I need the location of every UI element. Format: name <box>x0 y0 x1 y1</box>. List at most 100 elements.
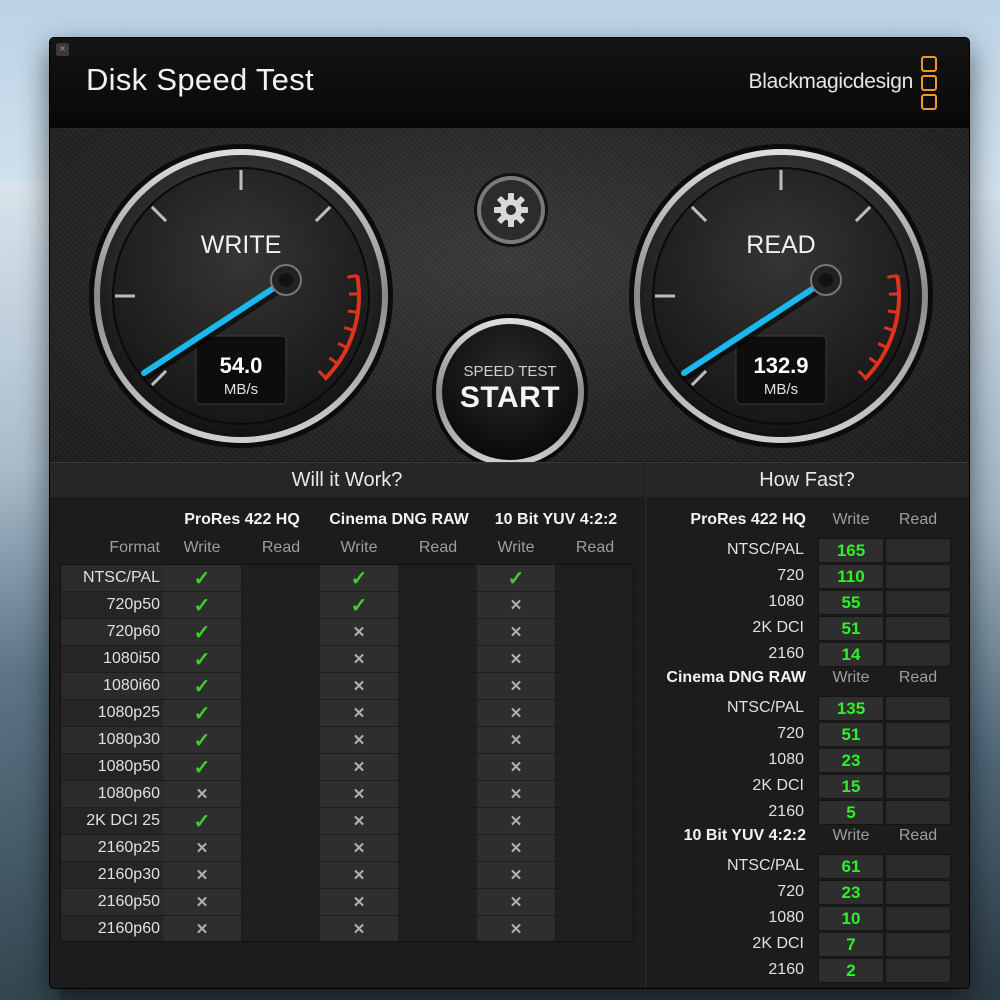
cross-icon: ✕ <box>195 867 209 884</box>
result-cell <box>556 700 634 726</box>
result-cell <box>399 727 477 753</box>
format-label: 2160p30 <box>97 866 160 883</box>
cross-icon: ✕ <box>352 624 366 641</box>
settings-button[interactable] <box>473 172 549 248</box>
read-gauge-label: READ <box>746 231 815 259</box>
result-cell <box>556 727 634 753</box>
result-cell <box>399 781 477 807</box>
format-label: 720p60 <box>106 623 160 640</box>
cross-icon: ✕ <box>352 840 366 857</box>
result-cell <box>399 835 477 861</box>
result-cell <box>556 673 634 699</box>
will-it-work-table: ProRes 422 HQ Cinema DNG RAW 10 Bit YUV 4:… <box>50 497 644 988</box>
format-label: NTSC/PAL <box>82 569 160 586</box>
fast-codec-header: ProRes 422 HQ <box>690 511 806 528</box>
fast-write-value: 110 <box>837 567 865 586</box>
check-icon: ✓ <box>193 676 211 698</box>
cross-icon: ✕ <box>352 786 366 803</box>
result-cell <box>556 862 634 888</box>
result-cell <box>556 565 634 591</box>
result-cell <box>242 700 320 726</box>
check-icon: ✓ <box>350 568 368 590</box>
fast-read-header: Read <box>898 827 938 844</box>
result-cell <box>242 754 320 780</box>
cross-icon: ✕ <box>352 813 366 830</box>
cross-icon: ✕ <box>352 759 366 776</box>
result-cell <box>556 592 634 618</box>
read-column-header: Read <box>418 539 458 556</box>
fast-read-cell <box>885 958 951 983</box>
result-cell <box>556 835 634 861</box>
fast-read-cell <box>885 642 951 667</box>
fast-write-header: Write <box>832 827 870 844</box>
result-cell <box>399 592 477 618</box>
fast-write-value: 23 <box>841 751 861 770</box>
fast-read-header: Read <box>898 511 938 528</box>
cross-icon: ✕ <box>509 867 523 884</box>
will-it-work-header: Will it Work? <box>50 462 644 498</box>
cross-icon: ✕ <box>509 921 523 938</box>
fast-read-cell <box>885 906 951 931</box>
disk-speed-test-window: Disk Speed Test Blackmagicdesign × WRITE… <box>50 38 969 988</box>
cross-icon: ✕ <box>509 813 523 830</box>
result-cell <box>242 835 320 861</box>
result-cell <box>242 862 320 888</box>
title-bar: Disk Speed Test Blackmagicdesign <box>50 38 969 129</box>
fast-format-label: 1080 <box>768 593 804 610</box>
fast-format-label: 720 <box>777 883 804 900</box>
fast-format-label: 1080 <box>768 909 804 926</box>
result-cell <box>242 565 320 591</box>
fast-write-header: Write <box>832 511 870 528</box>
fast-write-value: 5 <box>846 803 856 822</box>
speed-test-start-button[interactable]: SPEED TEST START <box>431 313 589 471</box>
result-cell <box>242 727 320 753</box>
fast-format-label: NTSC/PAL <box>726 857 804 874</box>
fast-read-header: Read <box>898 669 938 686</box>
cross-icon: ✕ <box>509 651 523 668</box>
blackmagic-logo-icon <box>921 56 939 116</box>
result-cell <box>242 673 320 699</box>
format-label: 720p50 <box>106 596 160 613</box>
write-speed-unit: MB/s <box>224 381 258 398</box>
check-icon: ✓ <box>193 622 211 644</box>
cross-icon: ✕ <box>352 678 366 695</box>
how-fast-header: How Fast? <box>645 462 969 498</box>
app-title: Disk Speed Test <box>86 62 314 97</box>
fast-read-cell <box>885 854 951 879</box>
cross-icon: ✕ <box>195 894 209 911</box>
result-cell <box>399 862 477 888</box>
fast-read-cell <box>885 590 951 615</box>
cross-icon: ✕ <box>352 894 366 911</box>
gear-icon <box>494 193 528 227</box>
fast-write-value: 61 <box>841 857 861 876</box>
format-label: 1080p60 <box>97 785 160 802</box>
cross-icon: ✕ <box>509 624 523 641</box>
fast-read-cell <box>885 748 951 773</box>
format-label: 2K DCI 25 <box>86 812 160 829</box>
format-column-header: Format <box>109 539 160 556</box>
fast-write-value: 2 <box>846 961 856 980</box>
format-label: 1080p30 <box>97 731 160 748</box>
write-column-header: Write <box>497 539 535 556</box>
fast-codec-header: 10 Bit YUV 4:2:2 <box>683 827 806 844</box>
result-cell <box>399 565 477 591</box>
cross-icon: ✕ <box>509 759 523 776</box>
gauge-area: WRITE 54.0 MB/s SPEED TEST START READ 13… <box>50 129 969 470</box>
fast-format-label: 1080 <box>768 751 804 768</box>
check-icon: ✓ <box>350 595 368 617</box>
brand-name: Blackmagicdesign <box>748 70 914 93</box>
result-cell <box>242 781 320 807</box>
fast-format-label: 2K DCI <box>752 619 804 636</box>
start-button-label: START <box>459 381 561 414</box>
read-gauge: READ 132.9 MB/s <box>629 144 933 448</box>
how-fast-table: ProRes 422 HQ Write Read NTSC/PAL 165 720 110 1… <box>645 497 969 988</box>
close-button[interactable]: × <box>56 43 69 56</box>
codec-header: 10 Bit YUV 4:2:2 <box>494 511 618 528</box>
check-icon: ✓ <box>193 811 211 833</box>
fast-format-label: 2K DCI <box>752 935 804 952</box>
fast-write-value: 10 <box>841 909 861 928</box>
fast-format-label: 720 <box>777 725 804 742</box>
result-cell <box>556 916 634 942</box>
result-cell <box>242 592 320 618</box>
result-cell <box>399 808 477 834</box>
